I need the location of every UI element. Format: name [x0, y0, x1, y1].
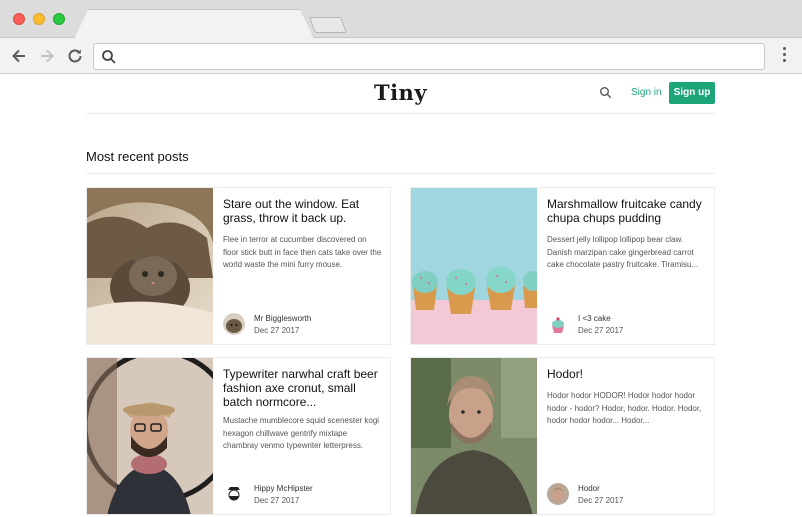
post-excerpt: Hodor hodor HODOR! Hodor hodor hodor hod… [547, 391, 702, 425]
post-date: Dec 27 2017 [578, 496, 624, 505]
forward-arrow-icon[interactable] [37, 46, 57, 66]
post-title[interactable]: Hodor! [547, 367, 707, 381]
post-excerpt: Dessert jelly lollipop lollipop bear cla… [547, 235, 699, 269]
site-logo[interactable]: Tiny [86, 80, 715, 105]
post-title[interactable]: Stare out the window. Eat grass, throw i… [223, 197, 383, 225]
minimize-window-button[interactable] [33, 13, 45, 25]
post-image-hodor[interactable] [411, 358, 537, 514]
author-name[interactable]: Hippy McHipster [254, 484, 313, 493]
author-avatar [547, 313, 569, 335]
search-icon [101, 49, 117, 65]
address-bar[interactable] [93, 43, 765, 70]
sign-in-link[interactable]: Sign in [631, 87, 662, 98]
author-avatar [223, 483, 245, 505]
post-card[interactable]: Hodor! Hodor hodor HODOR! Hodor hodor ho… [410, 357, 715, 515]
post-title[interactable]: Typewriter narwhal craft beer fashion ax… [223, 367, 383, 409]
post-image-hipster[interactable] [87, 358, 213, 514]
post-image-cat[interactable] [87, 188, 213, 344]
site-header: Tiny Sign in Sign up [86, 75, 715, 114]
author-avatar [547, 483, 569, 505]
new-tab-button[interactable] [309, 17, 347, 33]
divider [86, 173, 715, 174]
post-title[interactable]: Marshmallow fruitcake candy chupa chups … [547, 197, 707, 225]
browser-title-bar [0, 0, 802, 39]
section-title: Most recent posts [86, 149, 189, 164]
sign-up-button[interactable]: Sign up [669, 82, 715, 104]
post-date: Dec 27 2017 [254, 326, 300, 335]
web-page: Tiny Sign in Sign up Most recent posts S… [0, 75, 802, 517]
post-date: Dec 27 2017 [254, 496, 300, 505]
post-image-cupcakes[interactable] [411, 188, 537, 344]
post-excerpt: Mustache mumblecore squid scenester kogi… [223, 416, 380, 450]
author-name[interactable]: Mr Bigglesworth [254, 314, 311, 323]
post-card[interactable]: Typewriter narwhal craft beer fashion ax… [86, 357, 391, 515]
post-card[interactable]: Marshmallow fruitcake candy chupa chups … [410, 187, 715, 345]
author-avatar [223, 313, 245, 335]
post-date: Dec 27 2017 [578, 326, 624, 335]
back-arrow-icon[interactable] [9, 46, 29, 66]
browser-menu-icon[interactable] [781, 47, 787, 65]
reload-icon[interactable] [65, 46, 85, 66]
search-icon[interactable] [599, 86, 613, 100]
post-excerpt: Flee in terror at cucumber discovered on… [223, 235, 382, 269]
browser-tab-active[interactable] [74, 9, 314, 39]
maximize-window-button[interactable] [53, 13, 65, 25]
author-name[interactable]: I <3 cake [578, 314, 611, 323]
post-card[interactable]: Stare out the window. Eat grass, throw i… [86, 187, 391, 345]
close-window-button[interactable] [13, 13, 25, 25]
author-name[interactable]: Hodor [578, 484, 600, 493]
browser-toolbar [0, 38, 802, 74]
